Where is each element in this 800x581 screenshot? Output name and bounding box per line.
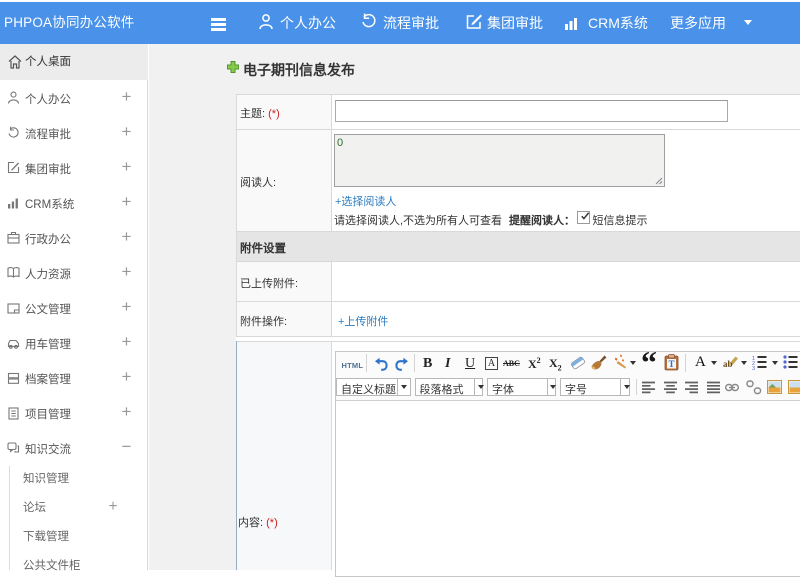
svg-text:T: T	[668, 359, 674, 369]
svg-text:3: 3	[752, 366, 755, 370]
svg-text:ab: ab	[723, 359, 733, 369]
